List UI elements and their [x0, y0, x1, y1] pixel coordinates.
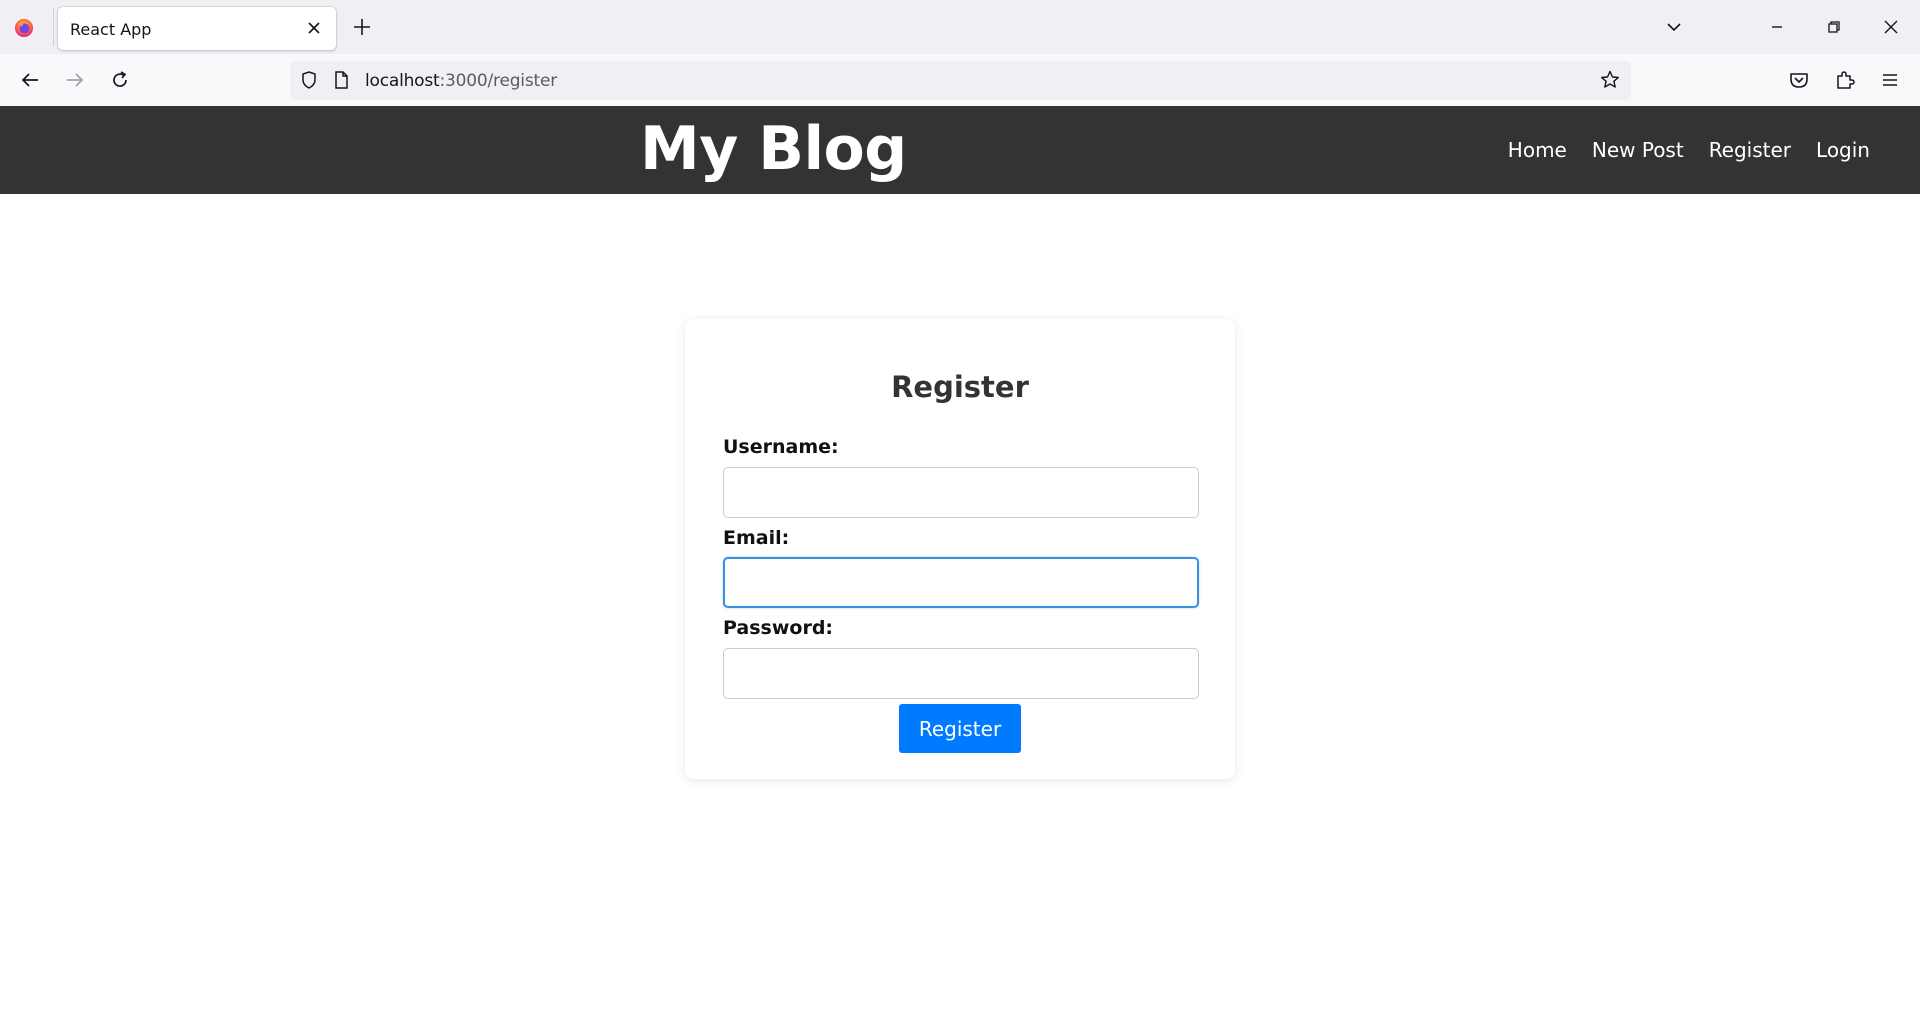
nav-link-register[interactable]: Register [1709, 138, 1791, 162]
username-input[interactable] [723, 467, 1199, 518]
nav-link-home[interactable]: Home [1508, 138, 1567, 162]
register-form-card: Register Username: Email: Password: Regi… [685, 319, 1235, 779]
password-input[interactable] [723, 648, 1199, 699]
shield-icon[interactable] [298, 69, 320, 91]
minimize-icon[interactable] [1765, 15, 1789, 39]
firefox-logo-icon [15, 19, 33, 37]
reload-icon[interactable] [108, 68, 132, 92]
tab-close-icon[interactable] [304, 18, 324, 38]
browser-tab-bar: React App [0, 0, 1920, 54]
email-input[interactable] [723, 557, 1199, 608]
hamburger-menu-icon[interactable] [1878, 68, 1902, 92]
site-title[interactable]: My Blog [640, 114, 907, 184]
main-nav: Home New Post Register Login [1508, 138, 1870, 162]
browser-tab-active[interactable]: React App [58, 7, 336, 50]
email-label: Email: [723, 527, 790, 549]
nav-link-login[interactable]: Login [1816, 138, 1870, 162]
page-icon[interactable] [332, 70, 350, 90]
list-all-tabs-chevron-icon[interactable] [1662, 15, 1686, 39]
tab-title: React App [70, 20, 152, 39]
tab-separator [53, 8, 54, 46]
extensions-puzzle-icon[interactable] [1833, 68, 1857, 92]
register-submit-button[interactable]: Register [899, 704, 1021, 753]
username-label: Username: [723, 436, 839, 458]
url-path: :3000/register [439, 71, 558, 91]
app-header: My Blog Home New Post Register Login [0, 106, 1920, 194]
form-title: Register [891, 370, 1029, 404]
close-window-icon[interactable] [1879, 15, 1903, 39]
nav-link-new-post[interactable]: New Post [1592, 138, 1684, 162]
forward-arrow-icon[interactable] [63, 68, 87, 92]
url-text[interactable]: localhost:3000/register [365, 71, 557, 91]
bookmark-star-icon[interactable] [1599, 69, 1621, 91]
new-tab-plus-icon[interactable] [351, 16, 373, 38]
address-bar[interactable]: localhost:3000/register [290, 61, 1631, 100]
password-label: Password: [723, 617, 834, 639]
back-arrow-icon[interactable] [18, 68, 42, 92]
pocket-icon[interactable] [1787, 68, 1811, 92]
url-host: localhost [365, 71, 440, 91]
restore-icon[interactable] [1822, 15, 1846, 39]
